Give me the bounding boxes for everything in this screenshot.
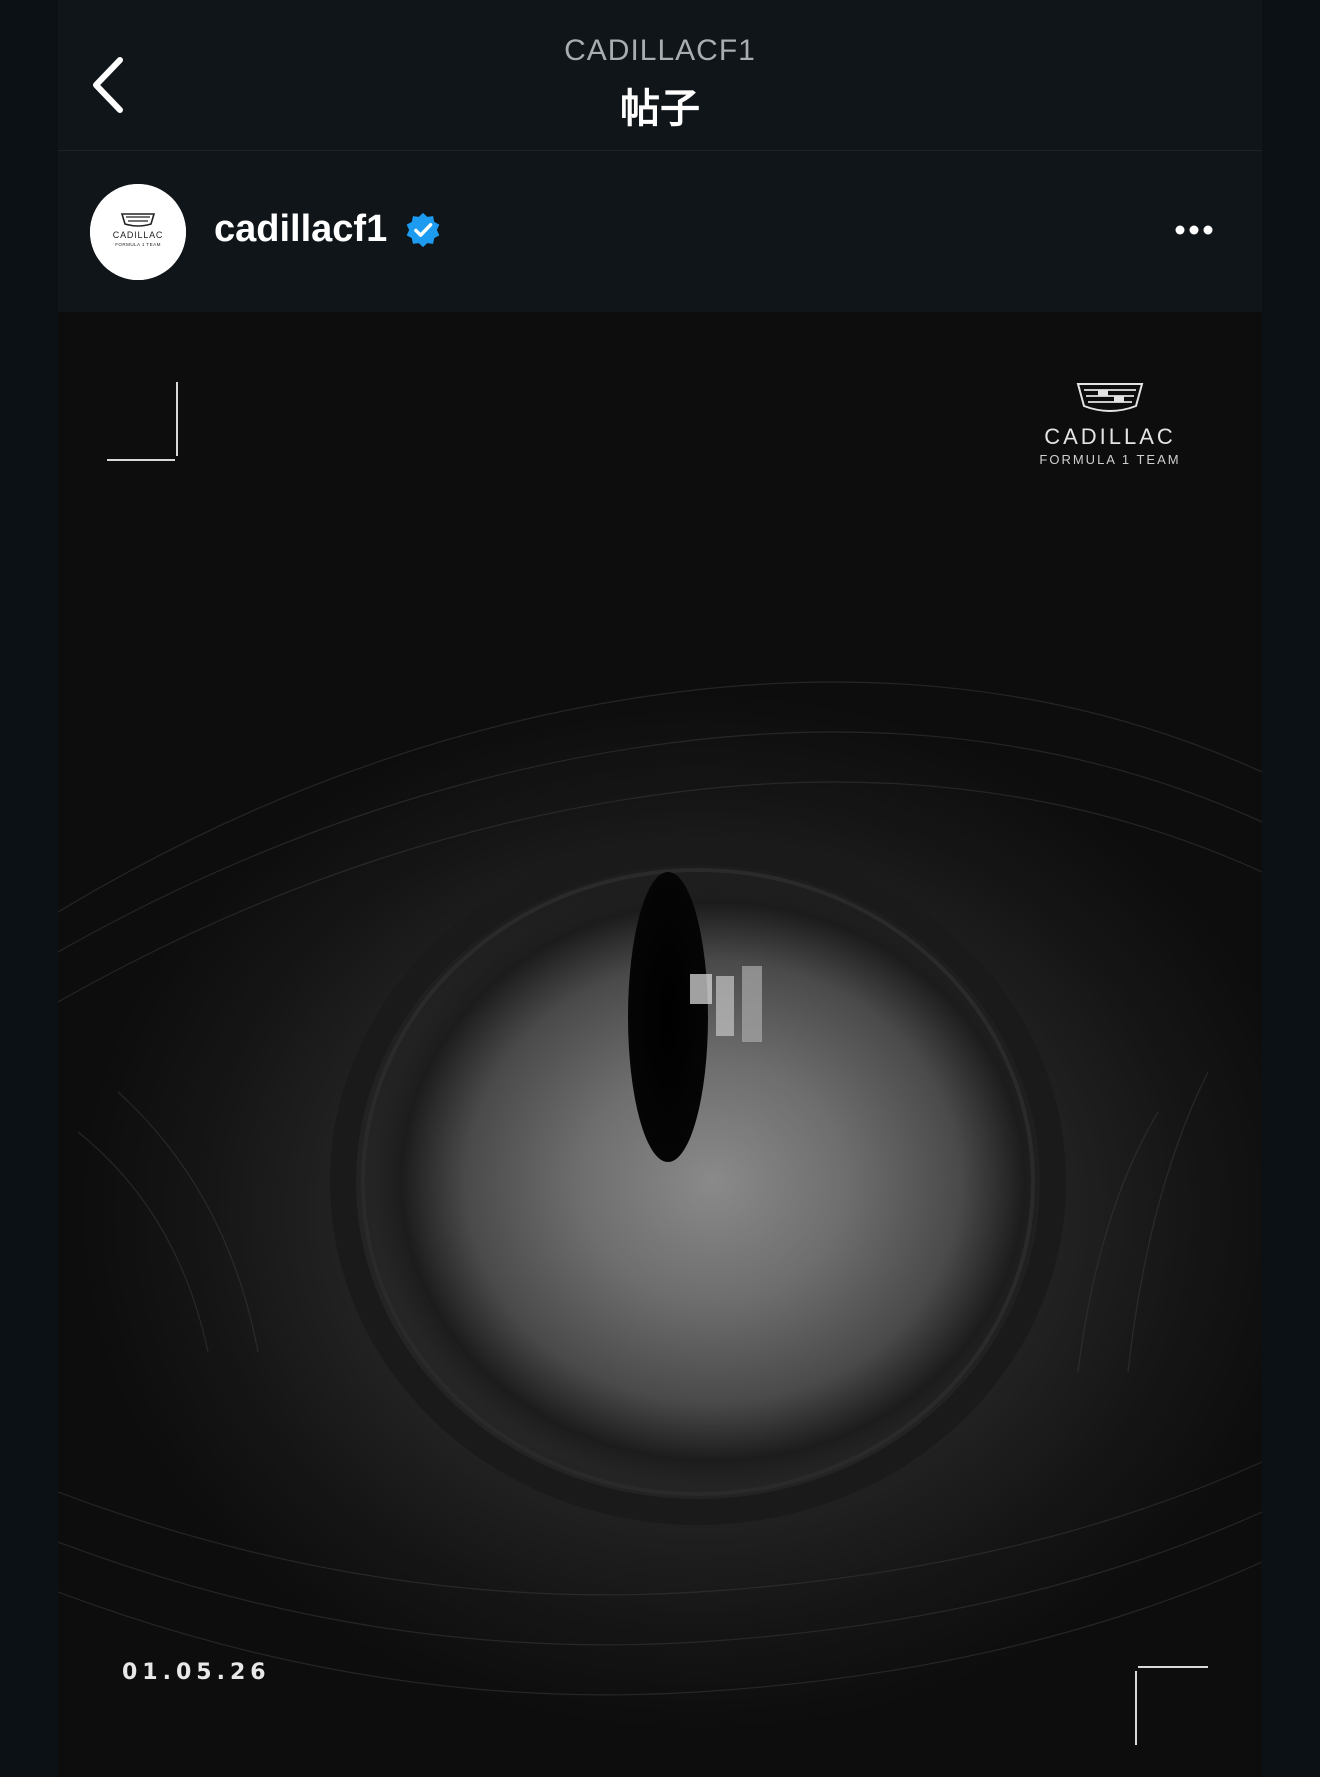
cadillac-logo-icon: CADILLAC FORMULA 1 TEAM [90, 184, 186, 280]
brand-name: CADILLAC [1044, 424, 1176, 449]
brand-subtitle: FORMULA 1 TEAM [1039, 452, 1181, 467]
frame-corner-top-left [107, 382, 178, 461]
page-title: 帖子 [620, 86, 700, 132]
frame-corner-bottom-right [1135, 1666, 1208, 1745]
more-horizontal-icon [1175, 225, 1213, 235]
avatar[interactable]: CADILLAC FORMULA 1 TEAM [90, 184, 186, 280]
verified-badge-icon [406, 212, 440, 248]
post-image[interactable]: CADILLAC FORMULA 1 TEAM 01.05.26 [58, 312, 1262, 1777]
reflection-highlight [686, 962, 786, 1052]
verified-badge [404, 211, 442, 249]
cadillac-crest-icon [1076, 383, 1144, 412]
reflection-shape [690, 966, 762, 1042]
svg-text:FORMULA 1 TEAM: FORMULA 1 TEAM [115, 242, 161, 247]
post-author-row: CADILLAC FORMULA 1 TEAM cadillacf1 [58, 150, 1262, 310]
svg-text:CADILLAC: CADILLAC [113, 230, 163, 240]
account-handle: CADILLACF1 [564, 34, 756, 67]
top-nav-bar: CADILLACF1 帖子 [58, 0, 1262, 151]
more-options-button[interactable] [1164, 208, 1224, 252]
brand-logo: CADILLAC FORMULA 1 TEAM [1030, 382, 1190, 467]
username[interactable]: cadillacf1 [214, 208, 387, 251]
post-date: 01.05.26 [122, 1660, 271, 1685]
